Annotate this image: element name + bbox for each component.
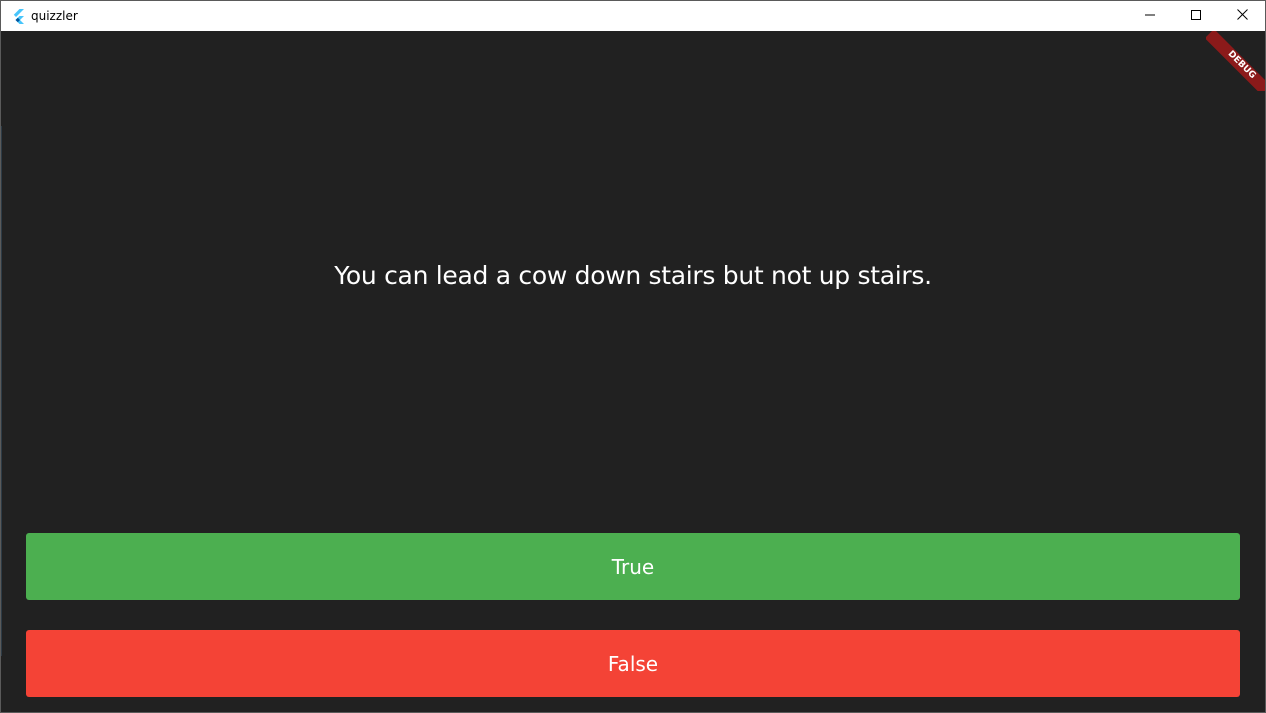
app-window: quizzler You can lead a cow down stairs …: [0, 0, 1266, 713]
left-edge-divider: [1, 126, 2, 656]
title-bar[interactable]: quizzler: [1, 1, 1265, 31]
false-button-label: False: [607, 651, 659, 676]
false-button[interactable]: False: [26, 630, 1240, 697]
close-button[interactable]: [1219, 1, 1265, 31]
debug-ribbon: DEBUG: [1206, 31, 1265, 91]
question-text: You can lead a cow down stairs but not u…: [334, 261, 932, 290]
flutter-logo-icon: [10, 8, 26, 24]
true-button-label: True: [611, 554, 655, 579]
debug-banner: DEBUG: [1206, 31, 1265, 91]
true-button[interactable]: True: [26, 533, 1240, 600]
window-title: quizzler: [31, 9, 78, 23]
quiz-page: You can lead a cow down stairs but not u…: [1, 31, 1265, 712]
minimize-button[interactable]: [1127, 1, 1173, 31]
maximize-button[interactable]: [1173, 1, 1219, 31]
maximize-icon: [1191, 7, 1201, 25]
close-icon: [1236, 7, 1248, 25]
minimize-icon: [1145, 7, 1155, 25]
